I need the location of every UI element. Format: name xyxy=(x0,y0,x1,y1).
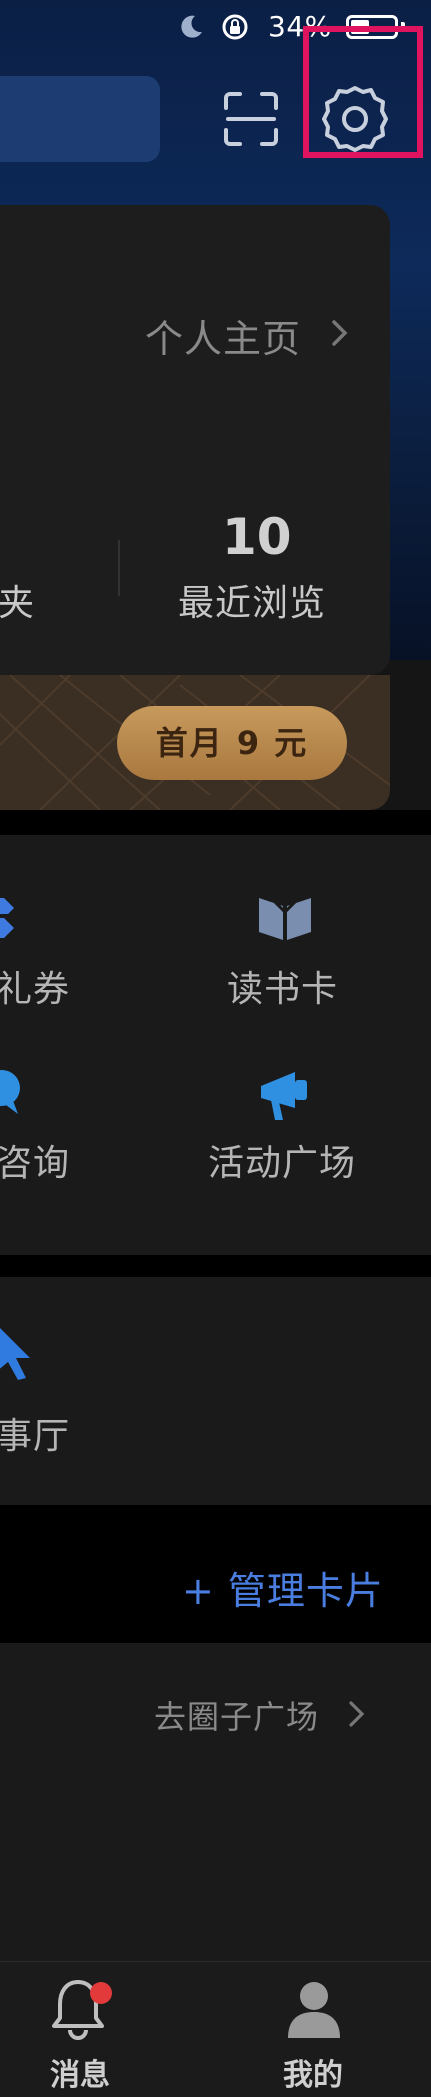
stat-value-recent[interactable]: 10 xyxy=(222,508,292,566)
chat-icon[interactable] xyxy=(0,1068,28,1118)
stat-label-recent[interactable]: 最近浏览 xyxy=(178,574,326,626)
section-gap xyxy=(0,810,431,835)
tab-mine[interactable]: 我的 xyxy=(283,2050,343,2094)
vip-offer-button[interactable]: 首月 9 元 xyxy=(117,706,347,780)
scan-icon[interactable] xyxy=(222,90,280,148)
person-icon[interactable] xyxy=(284,1978,344,2040)
chevron-right-icon xyxy=(332,320,348,346)
notification-badge xyxy=(90,1982,112,2004)
moon-icon xyxy=(181,15,202,38)
manage-cards-button[interactable]: + 管理卡片 xyxy=(182,1560,384,1615)
ticket-icon[interactable] xyxy=(0,892,18,944)
megaphone-icon[interactable] xyxy=(255,1068,315,1124)
tab-messages[interactable]: 消息 xyxy=(50,2050,110,2094)
section-gap xyxy=(0,1255,431,1277)
chevron-right-icon xyxy=(349,1701,365,1727)
settings-highlight xyxy=(303,26,423,158)
stat-label-favorites[interactable]: 夹 xyxy=(0,574,34,626)
service-label-readcard[interactable]: 读书卡 xyxy=(227,960,338,1012)
homepage-link[interactable]: 个人主页 xyxy=(145,308,301,363)
circle-square-link[interactable]: 去圈子广场 xyxy=(154,1692,319,1738)
service-label-consult[interactable]: 咨询 xyxy=(0,1134,70,1186)
rotation-lock-icon xyxy=(222,14,248,40)
secondary-panel xyxy=(0,1277,431,1505)
cursor-icon[interactable] xyxy=(0,1322,36,1382)
service-label-hall[interactable]: 事厅 xyxy=(0,1407,70,1459)
search-box[interactable] xyxy=(0,76,160,162)
stat-divider xyxy=(118,540,120,596)
service-label-gift[interactable]: 礼券 xyxy=(0,960,70,1012)
service-label-events[interactable]: 活动广场 xyxy=(208,1134,356,1186)
services-panel xyxy=(0,835,431,1255)
book-icon[interactable] xyxy=(255,892,315,944)
circle-panel xyxy=(0,1643,431,1961)
